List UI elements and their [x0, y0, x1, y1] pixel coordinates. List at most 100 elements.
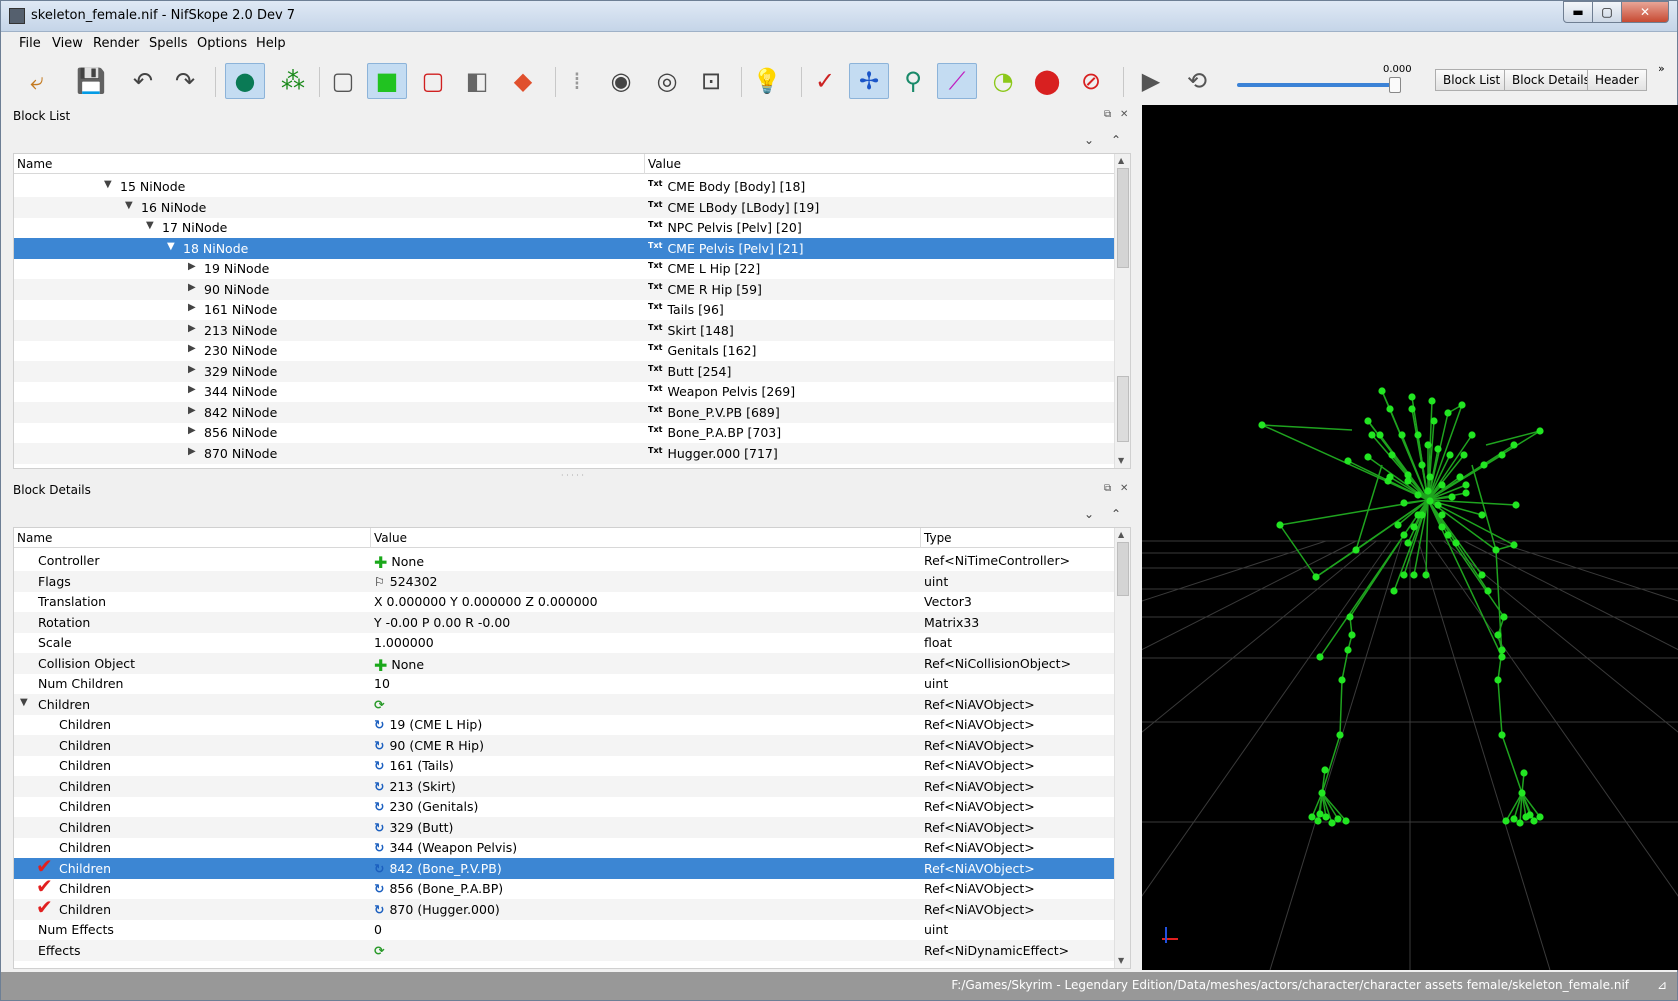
bone-joint[interactable]: [1426, 497, 1434, 505]
collapse-all-icon[interactable]: ⌃: [1111, 507, 1121, 521]
block-list-scrollbar[interactable]: ▲ ▼: [1114, 154, 1130, 468]
expand-arrow-icon[interactable]: ▶: [188, 364, 196, 375]
render-viewport[interactable]: [1142, 105, 1678, 970]
bone-joint[interactable]: [1510, 815, 1518, 823]
scroll-up-icon[interactable]: ▲: [1118, 156, 1124, 165]
menu-options[interactable]: Options: [197, 36, 247, 51]
bone-joint[interactable]: [1526, 811, 1534, 819]
toolbar-overflow-icon[interactable]: »: [1658, 62, 1665, 75]
bone-joint[interactable]: [1404, 539, 1412, 547]
bone-joint[interactable]: [1410, 571, 1418, 579]
detail-row[interactable]: Children ↻ 329 (Butt) Ref<NiAVObject>: [14, 816, 1130, 838]
detail-row[interactable]: Num Effects 0 uint: [14, 919, 1130, 940]
vertex-normal-icon[interactable]: ✓: [805, 63, 845, 99]
bone-joint[interactable]: [1498, 451, 1506, 459]
bone-joint[interactable]: [1446, 451, 1454, 459]
reference-link-icon[interactable]: ↻: [374, 758, 384, 773]
no-constraint-icon[interactable]: ⊘: [1071, 63, 1111, 99]
camera-icon[interactable]: ⊡: [691, 63, 731, 99]
reference-link-icon[interactable]: ↻: [374, 861, 384, 876]
detail-row[interactable]: ✔ Children ↻ 870 (Hugger.000) Ref<NiAVObject…: [14, 895, 1130, 920]
block-details-scrollbar[interactable]: ▲ ▼: [1114, 528, 1130, 968]
bone-joint[interactable]: [1418, 461, 1426, 469]
detail-value[interactable]: ↻ 329 (Butt): [374, 820, 453, 835]
detail-row[interactable]: Effects ⟳ Ref<NiDynamicEffect>: [14, 939, 1130, 961]
column-header-name[interactable]: Name: [17, 531, 52, 545]
bone-joint[interactable]: [1494, 631, 1502, 639]
detail-value[interactable]: ↻ 90 (CME R Hip): [374, 738, 484, 753]
tree-row[interactable]: ▼ 18 NiNode Txt CME Pelvis [Pelv] [21]: [14, 237, 1130, 259]
play-icon[interactable]: ▶: [1131, 63, 1171, 99]
axes-icon[interactable]: ✢: [849, 63, 889, 99]
header-toggle-button[interactable]: Header: [1587, 69, 1647, 91]
bone-joint[interactable]: [1364, 453, 1372, 461]
bone-joint[interactable]: [1314, 817, 1322, 825]
bone-joint[interactable]: [1448, 493, 1456, 501]
bone-joint[interactable]: [1444, 531, 1452, 539]
bone-joint[interactable]: [1468, 431, 1476, 439]
bone-joint[interactable]: [1424, 487, 1432, 495]
detail-row[interactable]: ▼ Children ⟳ Ref<NiAVObject>: [14, 693, 1130, 715]
resize-grip-icon[interactable]: ⊿: [1657, 978, 1667, 992]
column-header-name[interactable]: Name: [17, 157, 52, 171]
tree-row[interactable]: ▼ 15 NiNode Txt CME Body [Body] [18]: [14, 176, 1130, 197]
bone-joint[interactable]: [1428, 397, 1436, 405]
detail-row[interactable]: ✔ Children ↻ 842 (Bone_P.V.PB) Ref<NiAVObjec…: [14, 854, 1130, 879]
detail-value[interactable]: ↻ 856 (Bone_P.A.BP): [374, 881, 503, 896]
bone-joint[interactable]: [1498, 646, 1506, 654]
detail-value[interactable]: ↻ 161 (Tails): [374, 758, 454, 773]
tree-row[interactable]: ▶ 19 NiNode Txt CME L Hip [22]: [14, 258, 1130, 279]
expand-arrow-icon[interactable]: ▶: [188, 261, 196, 272]
bone-joint[interactable]: [1414, 431, 1422, 439]
expand-arrow-icon[interactable]: ▶: [188, 446, 196, 457]
bone-joint[interactable]: [1530, 817, 1538, 825]
scroll-down-icon[interactable]: ▼: [1118, 456, 1124, 465]
bone-joint[interactable]: [1368, 431, 1376, 439]
collapse-arrow-icon[interactable]: ▼: [104, 179, 112, 190]
bone-joint[interactable]: [1536, 427, 1544, 435]
expand-all-icon[interactable]: ⌄: [1084, 133, 1094, 147]
detail-value[interactable]: ↻ 344 (Weapon Pelvis): [374, 840, 517, 855]
menu-help[interactable]: Help: [256, 36, 286, 51]
reference-link-icon[interactable]: ↻: [374, 820, 384, 835]
bone-joint[interactable]: [1338, 676, 1346, 684]
float-panel-icon[interactable]: ⧉: [1104, 109, 1111, 120]
bone-joint[interactable]: [1502, 817, 1510, 825]
maximize-button[interactable]: ▢: [1592, 1, 1622, 23]
tree-row[interactable]: ▶ 161 NiNode Txt Tails [96]: [14, 299, 1130, 320]
tree-row[interactable]: ▶ 870 NiNode Txt Hugger.000 [717]: [14, 442, 1130, 464]
bone-joint[interactable]: [1460, 451, 1468, 459]
tree-row[interactable]: ▶ 90 NiNode Txt CME R Hip [59]: [14, 278, 1130, 300]
detail-row[interactable]: Children ↻ 213 (Skirt) Ref<NiAVObject>: [14, 775, 1130, 797]
detail-row[interactable]: Children ↻ 161 (Tails) Ref<NiAVObject>: [14, 755, 1130, 776]
reference-link-icon[interactable]: ↻: [374, 799, 384, 814]
animation-slider-handle[interactable]: [1389, 77, 1401, 93]
bone-joint[interactable]: [1398, 431, 1406, 439]
bone-joint[interactable]: [1444, 409, 1452, 417]
bone-joint[interactable]: [1462, 481, 1470, 489]
bone-joint[interactable]: [1500, 613, 1508, 621]
bone-joint[interactable]: [1458, 401, 1466, 409]
tree-row[interactable]: ▶ 842 NiNode Txt Bone_P.V.PB [689]: [14, 401, 1130, 423]
bone-joint[interactable]: [1346, 613, 1354, 621]
bone-joint[interactable]: [1328, 819, 1336, 827]
expand-arrow-icon[interactable]: ▶: [188, 302, 196, 313]
bone-joint[interactable]: [1518, 789, 1526, 797]
scroll-down-icon[interactable]: ▼: [1118, 956, 1124, 965]
detail-value[interactable]: ⟳: [374, 943, 389, 958]
detail-value[interactable]: ↻ 213 (Skirt): [374, 779, 456, 794]
block-details-tree[interactable]: Name Value Type Controller ✚ None Ref<NiTim…: [13, 527, 1131, 969]
bone-joint[interactable]: [1494, 676, 1502, 684]
bone-joint[interactable]: [1418, 511, 1426, 519]
block-list-toggle-button[interactable]: Block List: [1435, 69, 1509, 91]
scroll-thumb[interactable]: [1117, 542, 1129, 596]
reference-link-icon[interactable]: ↻: [374, 779, 384, 794]
bone-joint[interactable]: [1390, 587, 1398, 595]
bone-joint[interactable]: [1308, 813, 1316, 821]
minimize-button[interactable]: ▬: [1563, 1, 1593, 23]
bone-joint[interactable]: [1438, 481, 1446, 489]
collapse-arrow-icon[interactable]: ▼: [20, 697, 28, 708]
bone-joint[interactable]: [1536, 813, 1544, 821]
bone-joint[interactable]: [1344, 646, 1352, 654]
bone-joint[interactable]: [1394, 521, 1402, 529]
